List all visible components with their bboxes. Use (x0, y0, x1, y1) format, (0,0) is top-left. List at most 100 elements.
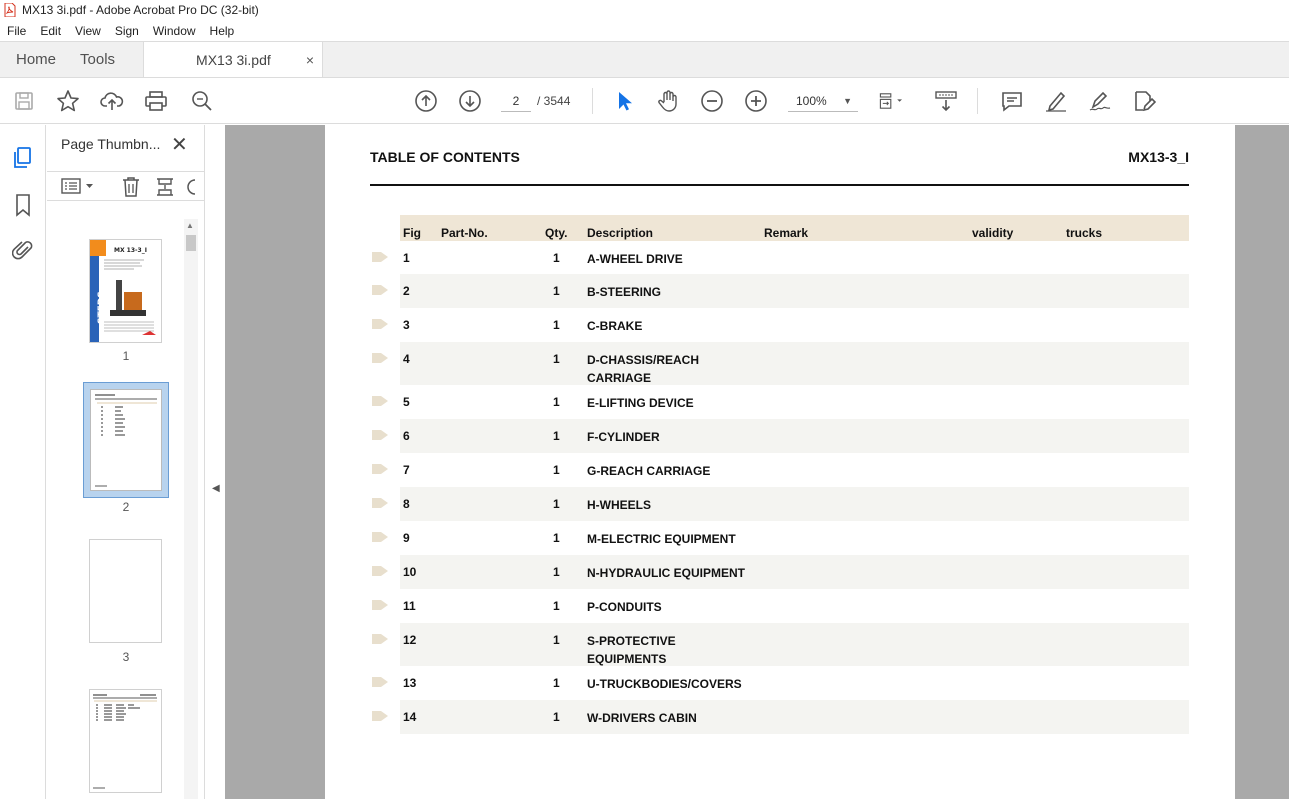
row-description[interactable]: U-TRUCKBODIES/COVERS (587, 675, 742, 693)
panel-toolbar (47, 171, 205, 201)
row-description[interactable]: G-REACH CARRIAGE (587, 462, 710, 480)
row-link-arrow-icon[interactable] (372, 677, 388, 687)
row-link-arrow-icon[interactable] (372, 566, 388, 576)
row-link-arrow-icon[interactable] (372, 634, 388, 644)
row-description[interactable]: W-DRIVERS CABIN (587, 709, 697, 727)
row-link-arrow-icon[interactable] (372, 532, 388, 542)
minus-circle-icon[interactable] (700, 89, 724, 113)
fit-page-icon[interactable] (878, 89, 902, 113)
zoom-select[interactable]: 100% ▼ (788, 90, 858, 112)
row-qty: 1 (553, 676, 560, 690)
thumbnails-scroll-thumb[interactable] (186, 235, 196, 251)
arrow-down-circle-icon[interactable] (458, 89, 482, 113)
attachment-icon[interactable] (10, 237, 36, 263)
scroll-mode-icon[interactable] (934, 89, 958, 113)
thumbnail-options-icon[interactable] (61, 177, 95, 198)
menu-window[interactable]: Window (146, 24, 203, 38)
comment-icon[interactable] (1000, 89, 1024, 113)
tab-document-label: MX13 3i.pdf (196, 51, 271, 68)
row-link-arrow-icon[interactable] (372, 711, 388, 721)
thumbnail-label: 3 (122, 650, 130, 664)
plus-circle-icon[interactable] (744, 89, 768, 113)
page-total: / 3544 (537, 94, 571, 108)
pdf-page: TABLE OF CONTENTS MX13-3_I Fig Part-No. … (325, 125, 1235, 799)
row-description[interactable]: M-ELECTRIC EQUIPMENT (587, 530, 736, 548)
extract-pages-icon[interactable] (155, 176, 175, 201)
menu-help[interactable]: Help (203, 24, 242, 38)
page-number-input[interactable]: 2 (501, 90, 531, 112)
page-thumbnails-icon[interactable] (10, 145, 36, 171)
row-description[interactable]: S-PROTECTIVE EQUIPMENTS (587, 632, 676, 668)
row-description-line: G-REACH CARRIAGE (587, 464, 711, 478)
menu-sign[interactable]: Sign (108, 24, 146, 38)
highlighter-icon[interactable] (1044, 89, 1068, 113)
menu-edit[interactable]: Edit (33, 24, 68, 38)
tab-home[interactable]: Home (0, 42, 72, 77)
document-scroll-area[interactable] (1235, 125, 1289, 799)
row-link-arrow-icon[interactable] (372, 600, 388, 610)
upload-icon[interactable] (100, 89, 124, 113)
table-row: 11 1 P-CONDUITS (372, 589, 1189, 623)
page-thumbnail-4[interactable] (89, 689, 162, 793)
col-validity: validity (972, 226, 1014, 240)
bookmark-icon[interactable] (10, 192, 36, 218)
row-description[interactable]: E-LIFTING DEVICE (587, 394, 694, 412)
star-icon[interactable] (56, 89, 80, 113)
row-link-arrow-icon[interactable] (372, 430, 388, 440)
document-viewport: TABLE OF CONTENTS MX13-3_I Fig Part-No. … (225, 125, 1289, 799)
row-fig: 2 (403, 284, 410, 298)
row-fig: 6 (403, 429, 410, 443)
row-fig: 13 (403, 676, 417, 690)
panel-close-button[interactable]: ✕ (171, 132, 188, 157)
row-description[interactable]: N-HYDRAULIC EQUIPMENT (587, 564, 745, 582)
rotate-icon[interactable] (187, 176, 201, 201)
row-description[interactable]: F-CYLINDER (587, 428, 660, 446)
panel-title: Page Thumbn... (61, 136, 161, 152)
menu-view[interactable]: View (68, 24, 108, 38)
panel-collapse-handle[interactable]: ◀ (206, 125, 225, 799)
row-description-line: A-WHEEL DRIVE (587, 252, 683, 266)
row-qty: 1 (553, 395, 560, 409)
row-link-arrow-icon[interactable] (372, 319, 388, 329)
row-fig: 4 (403, 352, 410, 366)
page-thumbnail-3[interactable] (89, 539, 162, 643)
page-heading: TABLE OF CONTENTS (370, 149, 520, 165)
page-thumbnail-2-selected[interactable] (83, 382, 169, 498)
row-fig: 7 (403, 463, 410, 477)
table-row: 7 1 G-REACH CARRIAGE (372, 453, 1189, 487)
thumbnails-scrollbar[interactable] (184, 219, 198, 799)
sign-icon[interactable] (1088, 89, 1112, 113)
row-description-line: M-ELECTRIC EQUIPMENT (587, 532, 736, 546)
row-link-arrow-icon[interactable] (372, 252, 388, 262)
row-description[interactable]: B-STEERING (587, 283, 661, 301)
cursor-arrow-icon[interactable] (612, 89, 636, 113)
save-icon[interactable] (12, 89, 36, 113)
toolbar-divider (977, 88, 978, 114)
hand-icon[interactable] (656, 89, 680, 113)
print-icon[interactable] (144, 89, 168, 113)
page-thumbnail-1[interactable]: STEDS MX 13-3_I (89, 239, 162, 343)
row-link-arrow-icon[interactable] (372, 353, 388, 363)
row-link-arrow-icon[interactable] (372, 396, 388, 406)
row-link-arrow-icon[interactable] (372, 464, 388, 474)
arrow-up-circle-icon[interactable] (414, 89, 438, 113)
row-description[interactable]: A-WHEEL DRIVE (587, 250, 683, 268)
row-description[interactable]: H-WHEELS (587, 496, 651, 514)
row-link-arrow-icon[interactable] (372, 498, 388, 508)
scroll-up-icon[interactable]: ▲ (186, 221, 194, 230)
tab-close-button[interactable]: × (306, 52, 314, 68)
chevron-down-icon: ▼ (843, 96, 852, 106)
row-description-line: C-BRAKE (587, 319, 643, 333)
row-description[interactable]: P-CONDUITS (587, 598, 662, 616)
tab-document[interactable]: MX13 3i.pdf × (143, 42, 324, 77)
row-description[interactable]: C-BRAKE (587, 317, 642, 335)
row-link-arrow-icon[interactable] (372, 285, 388, 295)
collapse-arrow-icon[interactable]: ◀ (212, 483, 220, 494)
tab-tools[interactable]: Tools (72, 42, 143, 77)
search-zoom-icon[interactable] (190, 89, 214, 113)
edit-pdf-icon[interactable] (1132, 89, 1156, 113)
row-description[interactable]: D-CHASSIS/REACH CARRIAGE (587, 351, 699, 387)
menu-file[interactable]: File (0, 24, 33, 38)
row-fig: 5 (403, 395, 410, 409)
trash-icon[interactable] (121, 176, 141, 201)
